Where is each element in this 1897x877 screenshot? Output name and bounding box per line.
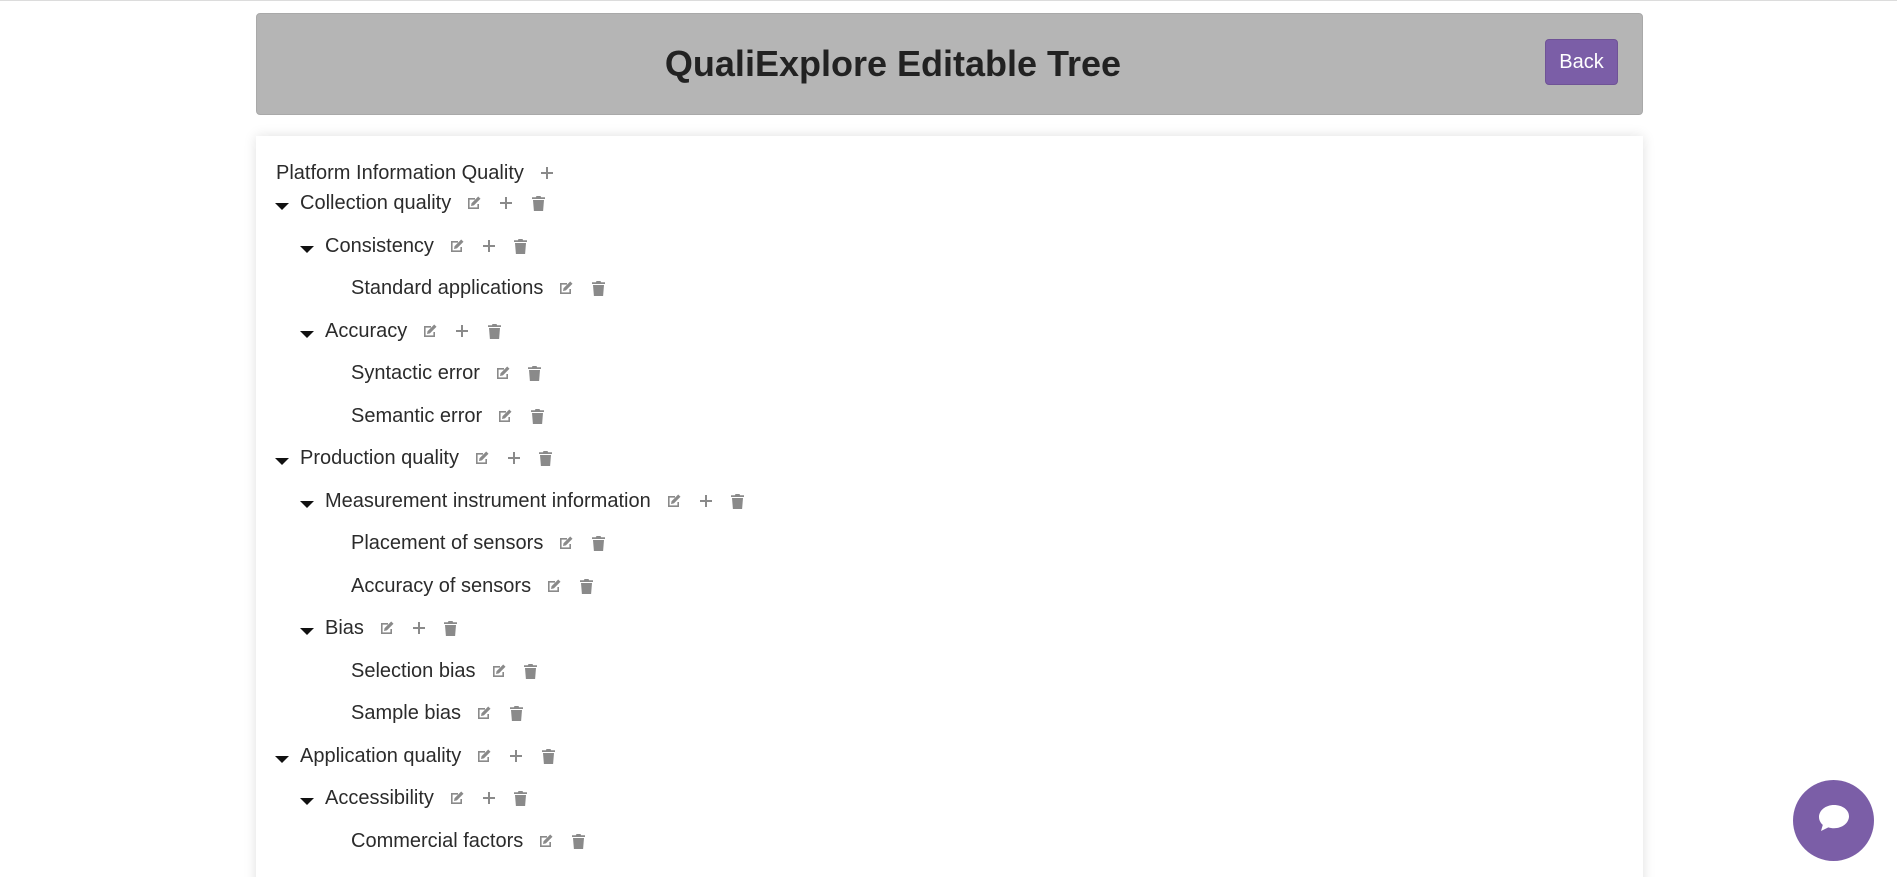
edit-icon[interactable]	[421, 322, 439, 340]
edit-icon[interactable]	[465, 194, 483, 212]
plus-icon[interactable]	[697, 492, 715, 510]
edit-icon[interactable]	[494, 364, 512, 382]
edit-icon[interactable]	[475, 704, 493, 722]
trash-icon[interactable]	[442, 619, 460, 637]
plus-icon[interactable]	[538, 164, 556, 182]
tree-node-label: Placement of sensors	[351, 531, 544, 554]
tree-node-label: Commercial factors	[351, 829, 524, 852]
tree-node: Sample bias	[351, 696, 525, 730]
edit-icon[interactable]	[378, 619, 396, 637]
trash-icon[interactable]	[589, 279, 607, 297]
trash-icon[interactable]	[569, 832, 587, 850]
tree-node-label: Standard applications	[351, 276, 544, 299]
tree-node-label: Production quality	[300, 446, 459, 469]
caret-down-icon[interactable]	[275, 202, 289, 210]
trash-icon[interactable]	[526, 364, 544, 382]
tree-node-label: Collection quality	[300, 191, 452, 214]
tree-card: Platform Information Quality Collection …	[256, 136, 1643, 877]
trash-icon[interactable]	[529, 194, 547, 212]
trash-icon[interactable]	[589, 534, 607, 552]
tree-node-label: Accuracy	[325, 319, 408, 342]
caret-down-icon[interactable]	[300, 330, 314, 338]
edit-icon[interactable]	[475, 747, 493, 765]
edit-icon[interactable]	[665, 492, 683, 510]
edit-icon[interactable]	[545, 577, 563, 595]
chat-button[interactable]	[1793, 780, 1874, 861]
edit-icon[interactable]	[448, 789, 466, 807]
tree-node-label: Accuracy of sensors	[351, 574, 532, 597]
tree-node: Semantic error	[351, 399, 546, 433]
trash-icon[interactable]	[512, 789, 530, 807]
tree-node: Bias	[300, 611, 460, 645]
tree-node-label: Accessibility	[325, 786, 434, 809]
tree-node-label: Semantic error	[351, 404, 483, 427]
tree-node: Accessibility	[300, 781, 530, 815]
tree-node: Placement of sensors	[351, 526, 607, 560]
trash-icon[interactable]	[522, 662, 540, 680]
tree-node-label: Syntactic error	[351, 361, 480, 384]
tree-node-label: Selection bias	[351, 659, 476, 682]
tree-node-label: Application quality	[300, 744, 462, 767]
caret-down-icon[interactable]	[300, 500, 314, 508]
trash-icon[interactable]	[485, 322, 503, 340]
plus-icon[interactable]	[497, 194, 515, 212]
tree-node: Accuracy of sensors	[351, 569, 595, 603]
tree-node: Application quality	[275, 739, 557, 773]
edit-icon[interactable]	[557, 534, 575, 552]
tree-node: Standard applications	[351, 271, 607, 305]
plus-icon[interactable]	[507, 747, 525, 765]
caret-down-icon[interactable]	[300, 797, 314, 805]
tree-node: Commercial factors	[351, 824, 587, 858]
tree-node: Consistency	[300, 229, 530, 263]
trash-icon[interactable]	[512, 237, 530, 255]
edit-icon[interactable]	[537, 832, 555, 850]
tree-node-label: Bias	[325, 616, 364, 639]
tree-node-label: Consistency	[325, 234, 434, 257]
trash-icon[interactable]	[528, 407, 546, 425]
tree-node: Selection bias	[351, 654, 540, 688]
plus-icon[interactable]	[453, 322, 471, 340]
caret-down-icon[interactable]	[275, 457, 289, 465]
edit-icon[interactable]	[448, 237, 466, 255]
tree-node: Collection quality	[275, 186, 547, 220]
caret-down-icon[interactable]	[300, 245, 314, 253]
tree-root-label: Platform Information Quality	[276, 161, 524, 184]
plus-icon[interactable]	[505, 449, 523, 467]
edit-icon[interactable]	[473, 449, 491, 467]
tree-node-label: Measurement instrument information	[325, 489, 651, 512]
plus-icon[interactable]	[480, 237, 498, 255]
trash-icon[interactable]	[507, 704, 525, 722]
tree-node: Syntactic error	[351, 356, 544, 390]
trash-icon[interactable]	[577, 577, 595, 595]
page-title: QualiExplore Editable Tree	[664, 43, 1122, 84]
edit-icon[interactable]	[490, 662, 508, 680]
caret-down-icon[interactable]	[300, 627, 314, 635]
tree-node-label: Sample bias	[351, 701, 462, 724]
page-header: QualiExplore Editable Tree Back	[256, 13, 1643, 115]
trash-icon[interactable]	[729, 492, 747, 510]
back-button[interactable]: Back	[1545, 39, 1618, 85]
trash-icon[interactable]	[537, 449, 555, 467]
edit-icon[interactable]	[557, 279, 575, 297]
chat-bubble-icon	[1817, 803, 1851, 838]
caret-down-icon[interactable]	[275, 755, 289, 763]
trash-icon[interactable]	[539, 747, 557, 765]
edit-icon[interactable]	[496, 407, 514, 425]
plus-icon[interactable]	[410, 619, 428, 637]
plus-icon[interactable]	[480, 789, 498, 807]
tree-node: Accuracy	[300, 314, 503, 348]
top-divider	[0, 0, 1897, 1]
tree-node: Production quality	[275, 441, 555, 475]
tree-node: Measurement instrument information	[300, 484, 747, 518]
tree-root: Platform Information Quality	[276, 156, 556, 190]
